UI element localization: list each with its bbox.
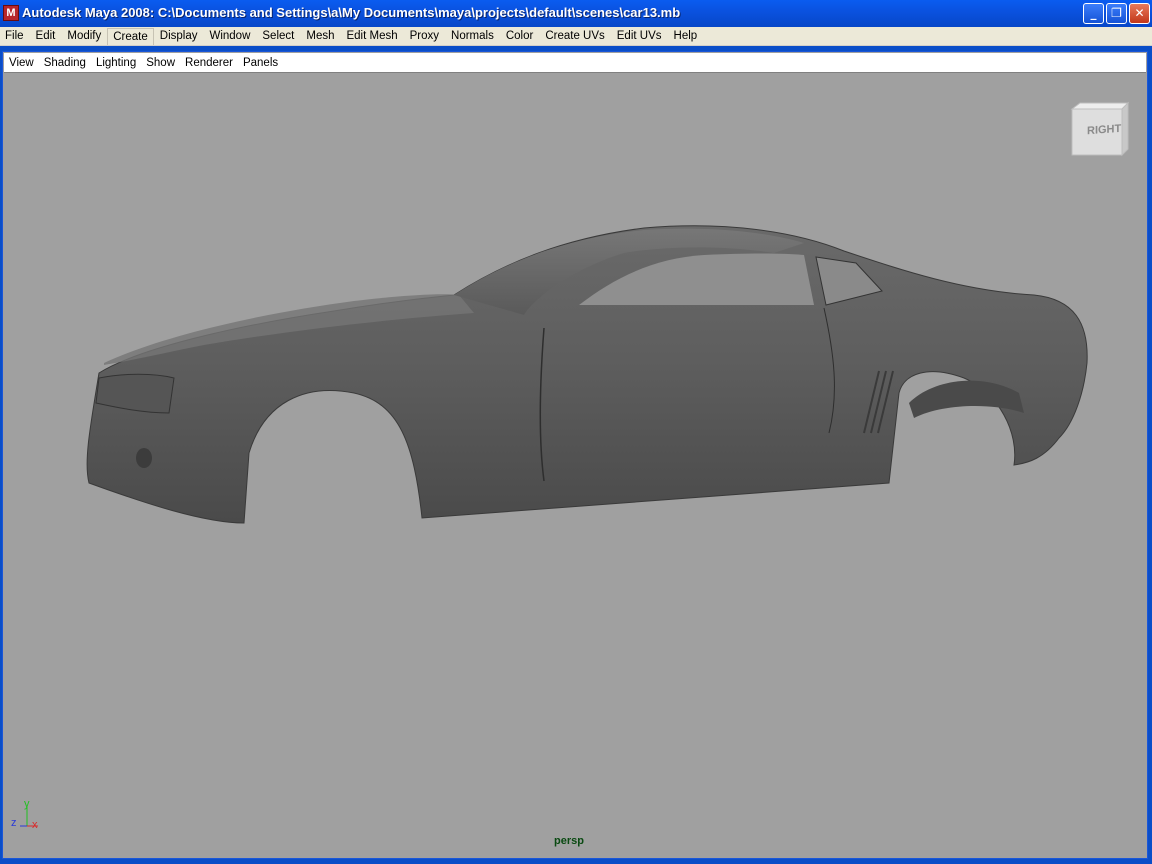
panel-menu-bar: View Shading Lighting Show Renderer Pane…	[4, 53, 1146, 73]
main-menu-bar: File Edit Modify Create Display Window S…	[0, 27, 1152, 46]
menu-edit-mesh[interactable]: Edit Mesh	[340, 28, 403, 44]
menu-create-uvs[interactable]: Create UVs	[539, 28, 610, 44]
menu-create[interactable]: Create	[107, 27, 154, 45]
menu-window[interactable]: Window	[203, 28, 256, 44]
menu-color[interactable]: Color	[500, 28, 539, 44]
view-cube-face-label: RIGHT	[1087, 122, 1122, 138]
window-title: Autodesk Maya 2008: C:\Documents and Set…	[22, 5, 681, 20]
menu-modify[interactable]: Modify	[61, 28, 107, 44]
panel-menu-renderer[interactable]: Renderer	[180, 57, 238, 69]
car-body	[86, 225, 1088, 524]
car-body-mesh[interactable]	[4, 73, 1146, 857]
menu-file[interactable]: File	[0, 28, 30, 44]
menu-mesh[interactable]: Mesh	[300, 28, 340, 44]
camera-label: persp	[554, 835, 584, 847]
axis-x-label: x	[32, 819, 38, 831]
perspective-viewport[interactable]: RIGHT y z x persp	[4, 73, 1146, 857]
panel-menu-lighting[interactable]: Lighting	[91, 57, 141, 69]
fog-light	[136, 448, 152, 468]
axis-gizmo	[20, 806, 38, 827]
axis-y-label: y	[24, 798, 30, 810]
menu-normals[interactable]: Normals	[445, 28, 500, 44]
menu-help[interactable]: Help	[668, 28, 704, 44]
minimize-button[interactable]: _	[1083, 3, 1104, 24]
title-bar: M Autodesk Maya 2008: C:\Documents and S…	[0, 0, 1152, 27]
panel-menu-show[interactable]: Show	[141, 57, 180, 69]
menu-select[interactable]: Select	[256, 28, 300, 44]
menu-display[interactable]: Display	[154, 28, 204, 44]
menu-edit-uvs[interactable]: Edit UVs	[611, 28, 668, 44]
menu-proxy[interactable]: Proxy	[404, 28, 445, 44]
maya-app-icon[interactable]: M	[3, 5, 19, 21]
model-panel: View Shading Lighting Show Renderer Pane…	[2, 51, 1148, 859]
menu-edit[interactable]: Edit	[30, 28, 62, 44]
panel-menu-shading[interactable]: Shading	[39, 57, 91, 69]
maximize-button[interactable]: ❐	[1106, 3, 1127, 24]
panel-menu-panels[interactable]: Panels	[238, 57, 283, 69]
axis-z-label: z	[11, 817, 17, 829]
close-button[interactable]: ✕	[1129, 3, 1150, 24]
panel-menu-view[interactable]: View	[4, 57, 39, 69]
